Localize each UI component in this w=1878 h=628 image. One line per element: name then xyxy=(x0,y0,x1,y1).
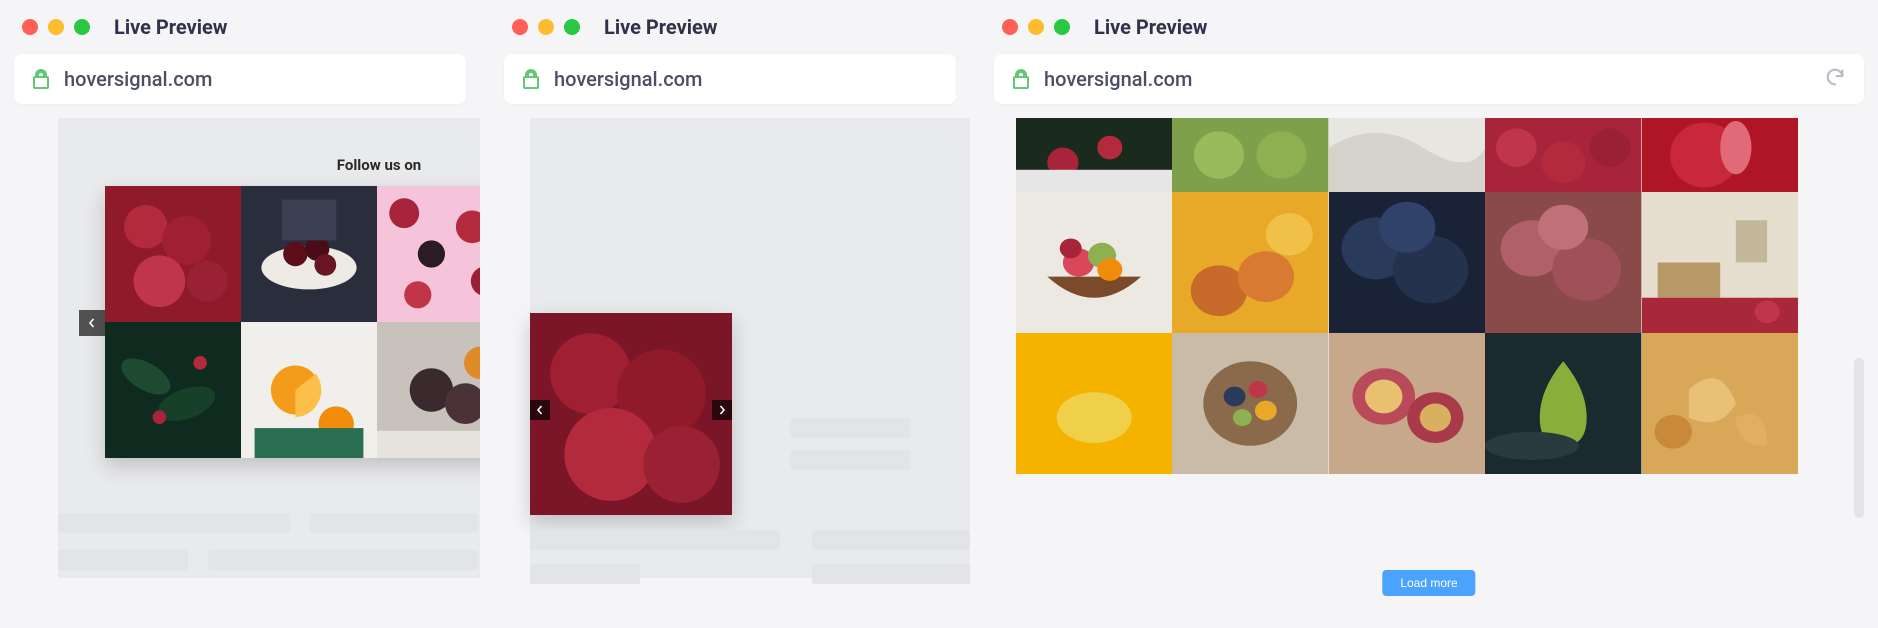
tile-green-pear[interactable] xyxy=(1485,333,1641,474)
tile-pomegranates[interactable] xyxy=(1485,192,1641,333)
load-more-button[interactable]: Load more xyxy=(1382,570,1475,596)
tile-green-leaves[interactable] xyxy=(105,322,241,458)
photo-gallery-grid xyxy=(1016,118,1798,474)
lock-icon xyxy=(1012,69,1030,89)
preview-window-3: Live Preview hoversignal.com xyxy=(980,0,1878,628)
content-area xyxy=(490,118,970,628)
tile-mixed-fruit-hand[interactable] xyxy=(1172,333,1328,474)
follow-us-label: Follow us on xyxy=(58,156,480,174)
placeholder-block xyxy=(790,418,910,438)
chevron-left-icon xyxy=(87,318,97,328)
carousel-prev-button[interactable] xyxy=(79,310,105,336)
url-text: hoversignal.com xyxy=(64,67,212,91)
placeholder-block xyxy=(812,530,970,550)
window-title: Live Preview xyxy=(114,15,228,39)
close-icon[interactable] xyxy=(512,19,528,35)
minimize-icon[interactable] xyxy=(538,19,554,35)
url-text: hoversignal.com xyxy=(1044,67,1192,91)
tile-red-berries-snow[interactable] xyxy=(1016,118,1172,192)
placeholder-column xyxy=(812,530,970,584)
window-title: Live Preview xyxy=(1094,15,1208,39)
placeholder-block xyxy=(58,513,290,533)
close-icon[interactable] xyxy=(1002,19,1018,35)
url-bar-container: hoversignal.com xyxy=(490,54,970,118)
maximize-icon[interactable] xyxy=(74,19,90,35)
traffic-lights xyxy=(1002,19,1070,35)
title-bar: Live Preview xyxy=(0,0,480,54)
close-icon[interactable] xyxy=(22,19,38,35)
url-text: hoversignal.com xyxy=(554,67,702,91)
content-area: Follow us on xyxy=(0,118,480,628)
tile-raspberries[interactable] xyxy=(105,186,241,322)
url-bar[interactable]: hoversignal.com xyxy=(14,54,466,104)
refresh-icon[interactable] xyxy=(1824,66,1846,92)
url-bar[interactable]: hoversignal.com xyxy=(504,54,956,104)
minimize-icon[interactable] xyxy=(1028,19,1044,35)
content-area: Load more xyxy=(980,118,1878,628)
placeholder-column xyxy=(790,418,910,470)
chevron-right-icon xyxy=(717,405,727,415)
tile-cherries-bowl[interactable] xyxy=(241,186,377,322)
window-title: Live Preview xyxy=(604,15,718,39)
carousel-next-button[interactable] xyxy=(712,400,732,420)
placeholder-block xyxy=(812,564,970,584)
chevron-left-icon xyxy=(535,405,545,415)
placeholder-block xyxy=(790,450,910,470)
url-bar[interactable]: hoversignal.com xyxy=(994,54,1864,104)
traffic-lights xyxy=(22,19,90,35)
tile-sliced-peaches[interactable] xyxy=(1642,333,1798,474)
tile-strawberries-pile[interactable] xyxy=(1485,118,1641,192)
maximize-icon[interactable] xyxy=(1054,19,1070,35)
placeholder-block xyxy=(530,564,640,584)
tile-yellow-corn-apples[interactable] xyxy=(1172,192,1328,333)
photo-carousel-grid[interactable] xyxy=(105,186,480,458)
photo-carousel-single[interactable] xyxy=(530,313,732,515)
url-bar-container: hoversignal.com xyxy=(0,54,480,118)
placeholder-block xyxy=(310,513,478,533)
traffic-lights xyxy=(512,19,580,35)
tile-limes-water[interactable] xyxy=(1172,118,1328,192)
scrollbar-thumb[interactable] xyxy=(1854,358,1864,518)
tile-oranges-white[interactable] xyxy=(241,322,377,458)
tile-red-closeup[interactable] xyxy=(1642,118,1798,192)
tile-figs-cut[interactable] xyxy=(1329,333,1485,474)
tile-raspberries-pink[interactable] xyxy=(377,186,480,322)
preview-window-2: Live Preview hoversignal.com xyxy=(490,0,970,628)
tile-fruit-bowl[interactable] xyxy=(1016,192,1172,333)
lock-icon xyxy=(522,69,540,89)
tile-figs-dark[interactable] xyxy=(377,322,480,458)
lock-icon xyxy=(32,69,50,89)
tile-room-interior[interactable] xyxy=(1642,192,1798,333)
tile-lemon-yellow[interactable] xyxy=(1016,333,1172,474)
maximize-icon[interactable] xyxy=(564,19,580,35)
placeholder-row xyxy=(58,550,478,570)
title-bar: Live Preview xyxy=(490,0,970,54)
tile-white-cloth[interactable] xyxy=(1329,118,1485,192)
preview-window-1: Live Preview hoversignal.com Follow us o… xyxy=(0,0,480,628)
placeholder-block xyxy=(530,530,780,550)
placeholder-column xyxy=(530,530,780,584)
placeholder-block xyxy=(58,550,188,570)
minimize-icon[interactable] xyxy=(48,19,64,35)
tile-blueberries[interactable] xyxy=(1329,192,1485,333)
placeholder-row-group xyxy=(530,530,970,584)
placeholder-block xyxy=(208,550,478,570)
title-bar: Live Preview xyxy=(980,0,1878,54)
carousel-prev-button[interactable] xyxy=(530,400,550,420)
url-bar-container: hoversignal.com xyxy=(980,54,1878,118)
placeholder-row xyxy=(58,513,478,533)
